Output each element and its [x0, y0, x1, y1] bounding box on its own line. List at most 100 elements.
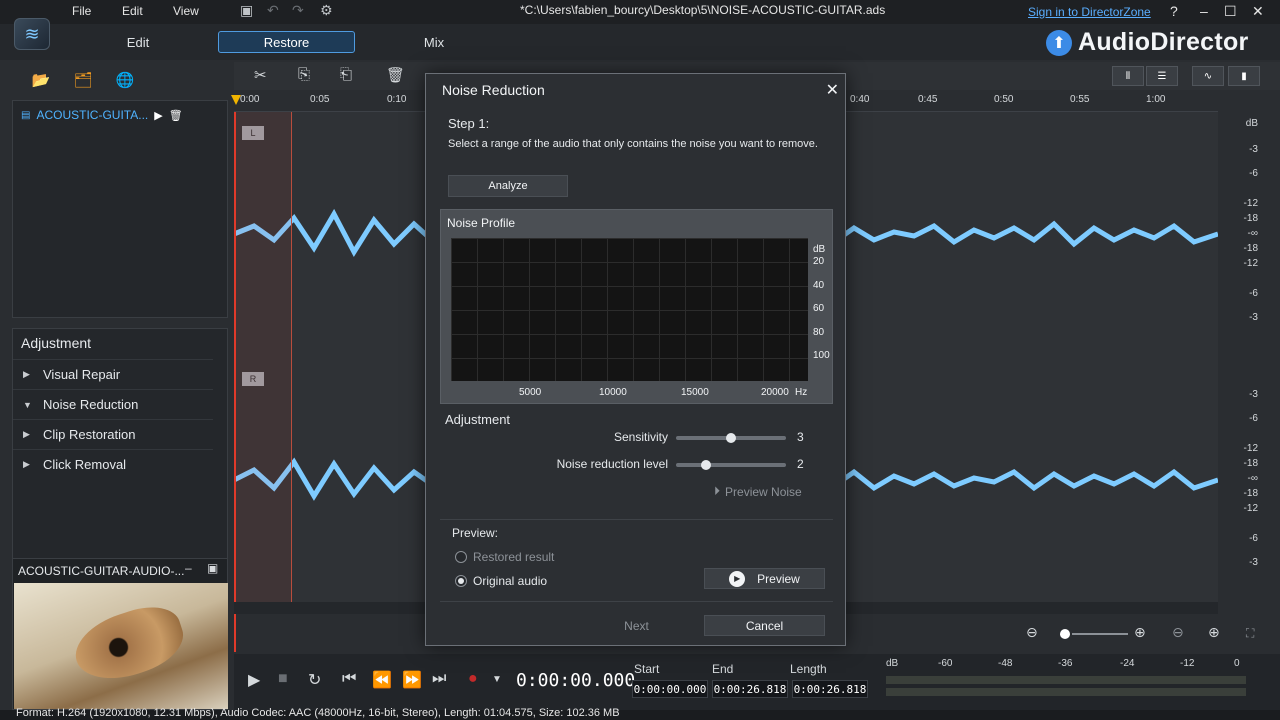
video-thumbnail	[14, 583, 228, 709]
maximize-button[interactable]: ☐	[1224, 3, 1237, 20]
db-tick: -18	[1243, 243, 1258, 254]
adjustment-noise-reduction[interactable]: ▼ Noise Reduction	[13, 389, 213, 419]
zoom-out-icon[interactable]: ⊖	[1026, 624, 1038, 641]
tab-edit[interactable]: Edit	[104, 31, 172, 53]
analyze-button[interactable]: Analyze	[448, 175, 568, 197]
meter-tick: -36	[1058, 658, 1073, 669]
go-to-start-icon[interactable]: ⏮	[342, 670, 356, 688]
delete-icon[interactable]: 🗑	[386, 66, 405, 84]
brand-name: AudioDirector	[1078, 28, 1249, 56]
tab-mix[interactable]: Mix	[400, 31, 468, 53]
db-tick: -12	[1243, 443, 1258, 454]
copy-icon[interactable]: ⎘	[298, 66, 310, 83]
playhead-marker-icon[interactable]	[231, 95, 241, 105]
minimize-preview-icon[interactable]: –	[185, 561, 192, 575]
vertical-zoom-in-icon[interactable]: ⊕	[1208, 624, 1220, 641]
play-icon[interactable]: ▶	[248, 670, 260, 690]
adjustment-visual-repair[interactable]: ▶ Visual Repair	[13, 359, 213, 389]
preview-noise-button[interactable]: ⏵ Preview Noise	[714, 484, 802, 499]
fit-view-icon[interactable]: ⛶	[1246, 626, 1254, 641]
noise-reduction-level-label: Noise reduction level	[556, 457, 668, 471]
minimize-button[interactable]: –	[1200, 3, 1208, 19]
help-button[interactable]: ?	[1170, 3, 1178, 19]
graph-x-tick: 5000	[519, 387, 542, 398]
original-audio-radio[interactable]	[455, 575, 467, 587]
cut-icon[interactable]: ✂	[254, 66, 267, 84]
meter-bar-left	[886, 676, 1246, 684]
library-item[interactable]: ▤ ACOUSTIC-GUITA... ▶ 🗑	[21, 108, 183, 122]
db-tick: -18	[1243, 488, 1258, 499]
zoom-slider-track[interactable]	[1072, 633, 1128, 635]
graph-y-tick: 20	[813, 256, 825, 267]
noise-reduction-level-slider-knob[interactable]	[701, 460, 711, 470]
menu-view[interactable]: View	[173, 4, 199, 18]
meter-unit: dB	[886, 658, 899, 669]
graph-y-tick: 80	[813, 327, 825, 338]
record-icon[interactable]: ●	[468, 670, 478, 688]
preview-header: Preview:	[452, 526, 499, 540]
loop-icon[interactable]: ↻	[308, 670, 321, 690]
original-audio-option[interactable]: Original audio	[455, 574, 547, 588]
end-time-field[interactable]: 0:00:26.818	[712, 680, 788, 698]
selection-range[interactable]	[236, 112, 292, 602]
status-bar: Format: H.264 (1920x1080, 12.31 Mbps), A…	[0, 707, 1280, 720]
sensitivity-slider[interactable]	[676, 433, 786, 443]
preview-play-icon: ▶	[729, 570, 746, 587]
zoom-in-icon[interactable]: ⊕	[1134, 624, 1146, 641]
preview-button[interactable]: ▶ Preview	[704, 568, 825, 589]
transport-bar: ▶ ■ ↻ ⏮ ⏪ ⏩ ⏭ ● ▼ 0:00:00.000 Start End …	[234, 654, 1280, 710]
ruler-tick: 1:00	[1146, 94, 1166, 105]
save-icon[interactable]: ▣	[240, 2, 253, 19]
noise-reduction-level-slider[interactable]	[676, 460, 786, 470]
adjustment-click-removal[interactable]: ▶ Click Removal	[13, 449, 213, 479]
paste-icon[interactable]: ⎗	[340, 66, 352, 83]
db-tick: -3	[1249, 312, 1258, 323]
stop-icon[interactable]: ■	[278, 670, 288, 688]
graph-y-tick: 100	[813, 350, 830, 361]
rewind-icon[interactable]: ⏪	[372, 670, 392, 690]
db-tick: -6	[1249, 288, 1258, 299]
length-time-field[interactable]: 0:00:26.818	[792, 680, 868, 698]
view-spectrum-button[interactable]: ▮	[1228, 66, 1260, 86]
menu-file[interactable]: File	[72, 4, 91, 18]
cancel-button[interactable]: Cancel	[704, 615, 825, 636]
db-tick: -6	[1249, 413, 1258, 424]
go-to-end-icon[interactable]: ⏭	[432, 670, 446, 688]
import-folder-icon[interactable]: 📂	[28, 69, 54, 91]
zoom-slider-knob[interactable]	[1060, 629, 1070, 639]
play-item-icon[interactable]: ▶	[154, 109, 162, 122]
next-button[interactable]: Next	[576, 615, 697, 636]
graph-y-tick: 60	[813, 303, 825, 314]
view-tracks-button[interactable]: ☰	[1146, 66, 1178, 86]
tab-restore[interactable]: Restore	[218, 31, 355, 53]
restored-result-radio[interactable]	[455, 551, 467, 563]
expand-arrow-icon: ▶	[23, 429, 30, 439]
ruler-tick: 0:50	[994, 94, 1014, 105]
start-time-field[interactable]: 0:00:00.000	[632, 680, 708, 698]
view-stereo-button[interactable]: ⫴	[1112, 66, 1144, 86]
record-dropdown-icon[interactable]: ▼	[492, 674, 502, 685]
vertical-zoom-out-icon[interactable]: ⊖	[1172, 624, 1184, 641]
brand: ⬆ AudioDirector	[1046, 28, 1249, 57]
upload-arrow-icon[interactable]: ⬆	[1046, 29, 1072, 56]
sign-in-link[interactable]: Sign in to DirectorZone	[1028, 5, 1151, 19]
undo-icon[interactable]: ↶	[267, 2, 279, 19]
settings-gear-icon[interactable]: ⚙	[320, 2, 333, 19]
video-preview-panel: ACOUSTIC-GUITAR-AUDIO-... – ▣	[12, 558, 228, 710]
detach-preview-icon[interactable]: ▣	[207, 561, 218, 575]
sync-globe-icon[interactable]: 🌐	[112, 69, 138, 91]
view-waveform-button[interactable]: ∿	[1192, 66, 1224, 86]
redo-icon[interactable]: ↷	[292, 2, 304, 19]
restored-result-option[interactable]: Restored result	[455, 550, 554, 564]
playhead-line[interactable]	[234, 112, 236, 652]
close-window-button[interactable]: ✕	[1252, 3, 1264, 20]
restored-result-label: Restored result	[473, 550, 555, 564]
app-logo-icon: ≋	[14, 18, 50, 50]
adjustment-clip-restoration[interactable]: ▶ Clip Restoration	[13, 419, 213, 449]
export-folder-icon[interactable]: 🗂	[70, 69, 96, 91]
sensitivity-slider-knob[interactable]	[726, 433, 736, 443]
fast-forward-icon[interactable]: ⏩	[402, 670, 422, 690]
dialog-close-button[interactable]: ✕	[826, 80, 839, 100]
menu-edit[interactable]: Edit	[122, 4, 143, 18]
delete-item-icon[interactable]: 🗑	[169, 109, 183, 122]
